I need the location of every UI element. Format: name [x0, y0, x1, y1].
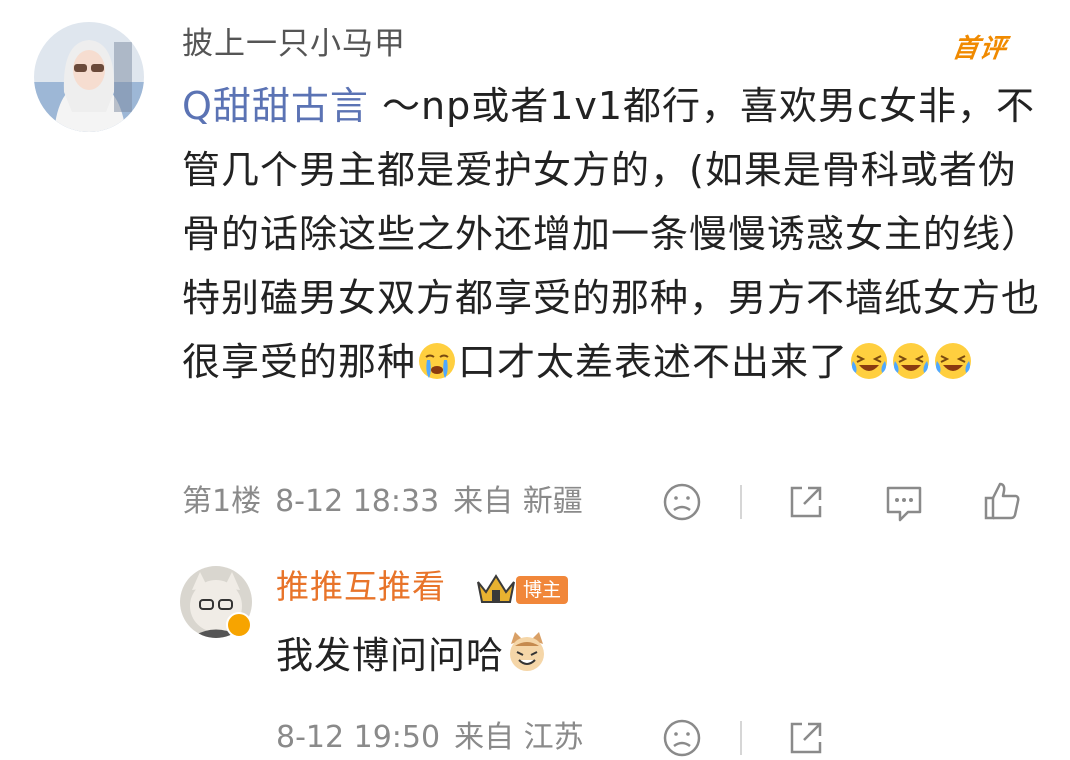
floor-label: 第1楼 — [182, 484, 262, 519]
commenter-username[interactable]: 披上一只小马甲 — [182, 22, 406, 66]
comment-body: Q甜甜古言 ～np或者1v1都行，喜欢男c女非，不管几个男主都是爱护女方的，(如… — [182, 74, 1042, 394]
dislike-icon[interactable] — [660, 480, 704, 524]
share-icon[interactable] — [784, 480, 828, 524]
reply-share-icon[interactable] — [784, 716, 828, 760]
reply-meta: 8-12 19:50 来自 江苏 — [276, 718, 598, 758]
laughing-crying-emoji-icon — [935, 343, 972, 379]
comment-icon[interactable] — [882, 480, 926, 524]
like-icon[interactable] — [980, 478, 1024, 522]
reply-body: 我发博问问哈 — [276, 630, 550, 682]
comment-text-1: ～np或者1v1都行，喜欢男c女非，不管几个男主都是爱护女方的，(如果是骨科或者… — [182, 84, 1041, 384]
crown-icon — [477, 574, 515, 603]
first-comment-badge: 首评 — [950, 34, 1009, 64]
topic-link[interactable]: Q甜甜古言 — [182, 84, 369, 128]
comment-meta: 第1楼 8-12 18:33 来自 新疆 — [182, 482, 597, 522]
reply-time: 8-12 19:50 — [276, 720, 441, 755]
reply-dislike-icon[interactable] — [660, 716, 704, 760]
laughing-crying-emoji-icon — [893, 343, 930, 379]
commenter-avatar[interactable] — [34, 22, 144, 132]
bottom-fade-overlay — [830, 700, 1070, 760]
replier-username[interactable]: 推推互推看 — [276, 564, 446, 610]
comment-text-2: 口才太差表述不出来了 — [458, 340, 849, 384]
blogger-tag: 博主 — [516, 576, 569, 604]
action-divider — [740, 721, 742, 755]
cat-emoji-icon — [510, 632, 544, 671]
reply-text: 我发博问问哈 — [276, 634, 504, 677]
action-divider — [740, 485, 742, 519]
comment-time: 8-12 18:33 — [275, 484, 440, 519]
crying-emoji-icon — [419, 343, 456, 379]
reply-location: 来自 江苏 — [454, 720, 584, 755]
comment-location: 来自 新疆 — [453, 484, 583, 519]
laughing-crying-emoji-icon — [851, 343, 888, 379]
verified-badge-icon — [226, 612, 252, 638]
